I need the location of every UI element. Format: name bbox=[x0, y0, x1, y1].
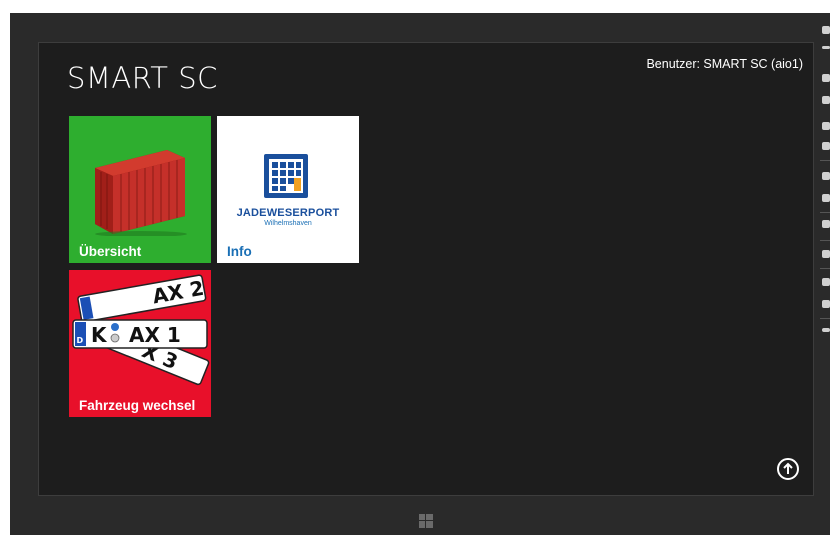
toolbar-icon-5[interactable] bbox=[822, 122, 830, 130]
toolbar-icon-11[interactable] bbox=[822, 278, 830, 286]
toolbar-divider bbox=[820, 268, 830, 269]
toolbar-icon-4[interactable] bbox=[822, 96, 830, 104]
plate-text-k: K bbox=[91, 323, 108, 347]
toolbar-icon-13[interactable] bbox=[822, 328, 830, 332]
toolbar-icon-6[interactable] bbox=[822, 142, 830, 150]
toolbar-divider bbox=[820, 240, 830, 241]
plate-text-ax2: AX 2 bbox=[151, 276, 206, 309]
tile-fahrzeug-wechsel-label: Fahrzeug wechsel bbox=[79, 398, 196, 413]
tile-uebersicht[interactable]: Übersicht bbox=[69, 116, 211, 263]
scroll-up-button[interactable] bbox=[777, 458, 799, 480]
plate-text-ax1: AX 1 bbox=[129, 323, 181, 347]
app-title: SMART SC bbox=[67, 61, 218, 95]
toolbar-icon-9[interactable] bbox=[822, 220, 830, 228]
tile-info[interactable]: JadeWeserPort Wilhelmshaven Info bbox=[217, 116, 359, 263]
logo-wordmark: JadeWeserPort bbox=[236, 207, 340, 219]
user-label: Benutzer: SMART SC (aio1) bbox=[646, 57, 803, 71]
toolbar-divider bbox=[820, 318, 830, 319]
toolbar-icon-3[interactable] bbox=[822, 74, 830, 82]
toolbar-icon-12[interactable] bbox=[822, 300, 830, 308]
tile-fahrzeug-wechsel[interactable]: AX 2 X 3 D K AX 1 Fahrzeug wechsel bbox=[69, 270, 211, 417]
tile-uebersicht-label: Übersicht bbox=[79, 244, 142, 259]
toolbar-icon-7[interactable] bbox=[822, 172, 830, 180]
side-toolbar bbox=[818, 22, 830, 342]
license-plates-icon: AX 2 X 3 D K AX 1 bbox=[72, 274, 210, 386]
app-screen: SMART SC Benutzer: SMART SC (aio1) Übers… bbox=[38, 42, 814, 496]
logo-subtext: Wilhelmshaven bbox=[264, 220, 312, 227]
toolbar-icon-2[interactable] bbox=[822, 46, 830, 49]
shipping-container-icon bbox=[95, 150, 187, 236]
tile-info-label: Info bbox=[227, 244, 252, 259]
windows-logo-icon[interactable] bbox=[419, 514, 433, 528]
jadeweserport-logo-icon bbox=[264, 154, 308, 198]
toolbar-icon-10[interactable] bbox=[822, 250, 830, 258]
toolbar-divider bbox=[820, 160, 830, 161]
toolbar-icon-8[interactable] bbox=[822, 194, 830, 202]
plate-country-d: D bbox=[77, 336, 84, 345]
arrow-up-circle-icon bbox=[783, 462, 793, 474]
toolbar-divider bbox=[820, 212, 830, 213]
toolbar-icon-1[interactable] bbox=[822, 26, 830, 34]
